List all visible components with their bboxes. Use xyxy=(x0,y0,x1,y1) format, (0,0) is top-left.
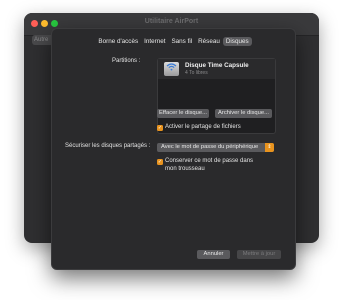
list-item[interactable]: Disque Time Capsule 4 To libres xyxy=(158,59,275,79)
update-button[interactable]: Mettre à jour xyxy=(237,250,281,259)
wifi-icon xyxy=(166,63,177,71)
partition-name: Disque Time Capsule xyxy=(185,62,249,69)
archive-disk-button[interactable]: Archiver le disque... xyxy=(215,109,272,118)
time-capsule-icon xyxy=(164,62,179,76)
tab-network[interactable]: Réseau xyxy=(195,37,223,46)
partitions-list[interactable]: Disque Time Capsule 4 To libres xyxy=(157,58,276,134)
chevron-updown-icon: ⇕ xyxy=(265,143,274,152)
tab-base-station[interactable]: Borne d'accès xyxy=(95,37,141,46)
file-sharing-checkbox[interactable]: ✓ xyxy=(157,125,163,131)
secure-disks-value: Avec le mot de passe du périphérique xyxy=(161,144,259,150)
secure-disks-label: Sécuriser les disques partagés : xyxy=(65,143,151,149)
keychain-checkbox[interactable]: ✓ xyxy=(157,159,163,165)
secure-disks-popup[interactable]: Avec le mot de passe du périphérique ⇕ xyxy=(157,143,274,152)
tab-bar: Borne d'accès Internet Sans fil Réseau D… xyxy=(52,37,295,46)
partition-subtitle: 4 To libres xyxy=(185,70,208,76)
erase-disk-button[interactable]: Effacer le disque... xyxy=(157,109,209,118)
cancel-button[interactable]: Annuler xyxy=(197,250,230,259)
settings-sheet: Borne d'accès Internet Sans fil Réseau D… xyxy=(51,28,296,270)
tab-internet[interactable]: Internet xyxy=(141,37,168,46)
keychain-label-line2: mon trousseau xyxy=(165,166,205,172)
tab-wireless[interactable]: Sans fil xyxy=(168,37,195,46)
file-sharing-label: Activer le partage de fichiers xyxy=(165,124,241,130)
window-title: Utilitaire AirPort xyxy=(144,18,199,25)
partitions-label: Partitions : xyxy=(112,58,141,64)
keychain-label-line1: Conserver ce mot de passe dans xyxy=(165,158,254,164)
tab-disks[interactable]: Disques xyxy=(222,37,252,46)
